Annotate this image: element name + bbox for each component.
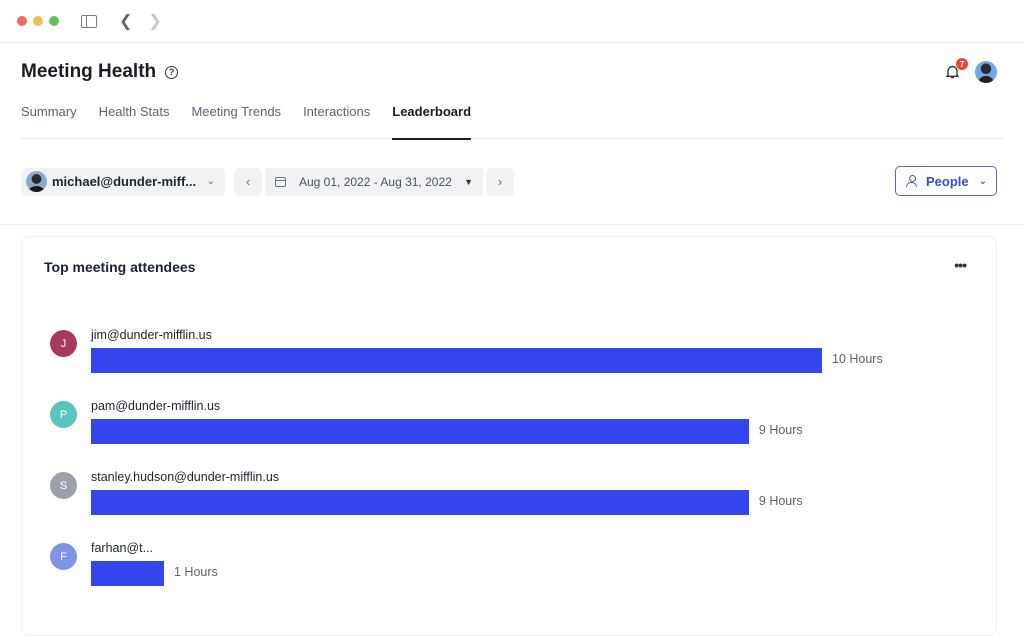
- sidebar-toggle-icon[interactable]: [81, 14, 97, 28]
- tab-health-stats[interactable]: Health Stats: [99, 101, 170, 139]
- card-title: Top meeting attendees: [44, 259, 196, 275]
- more-options-icon[interactable]: •••: [954, 257, 967, 273]
- previous-period-button[interactable]: ‹: [234, 167, 262, 196]
- attendee-email: jim@dunder-mifflin.us: [91, 328, 212, 342]
- people-label: People: [926, 173, 969, 189]
- close-window-button[interactable]: [17, 16, 27, 26]
- attendee-hours-label: 10 Hours: [832, 352, 883, 366]
- maximize-window-button[interactable]: [49, 16, 59, 26]
- person-icon: [906, 175, 917, 187]
- chevron-down-icon: ⌄: [206, 176, 215, 187]
- notifications-button[interactable]: 7: [942, 58, 968, 82]
- filter-bar: michael@dunder-miff... ⌄ ‹ Aug 01, 2022 …: [0, 139, 1024, 225]
- page-header: Meeting Health ? 7: [0, 43, 1024, 101]
- date-range-picker: ‹ Aug 01, 2022 - Aug 31, 2022 ▼ ›: [234, 167, 514, 196]
- page-title: Meeting Health: [21, 61, 157, 82]
- attendee-avatar: J: [50, 330, 77, 357]
- attendee-row: Ppam@dunder-mifflin.us 9 Hours: [50, 399, 950, 459]
- attendee-row: Jjim@dunder-mifflin.us 10 Hours: [50, 328, 950, 388]
- attendee-avatar: P: [50, 401, 77, 428]
- attendee-row: Sstanley.hudson@dunder-mifflin.us 9 Hours: [50, 470, 950, 530]
- selected-user-avatar: [26, 171, 47, 192]
- tab-bar: Summary Health Stats Meeting Trends Inte…: [21, 101, 1003, 140]
- tab-meeting-trends[interactable]: Meeting Trends: [191, 101, 281, 139]
- attendee-email: pam@dunder-mifflin.us: [91, 399, 221, 413]
- date-range-text: Aug 01, 2022 - Aug 31, 2022: [299, 174, 452, 189]
- back-arrow-icon[interactable]: ❮: [119, 11, 132, 31]
- attendee-hours-label: 1 Hours: [174, 565, 218, 579]
- notification-badge: 7: [956, 58, 968, 70]
- attendee-hours-bar[interactable]: [91, 348, 822, 373]
- minimize-window-button[interactable]: [33, 16, 43, 26]
- help-icon[interactable]: ?: [165, 65, 179, 79]
- attendee-avatar: F: [50, 543, 77, 570]
- caret-down-icon: ▼: [464, 176, 473, 187]
- top-attendees-card: Top meeting attendees ••• Jjim@dunder-mi…: [21, 236, 997, 636]
- calendar-icon: [275, 176, 286, 187]
- tab-leaderboard[interactable]: Leaderboard: [392, 101, 471, 140]
- attendee-hours-label: 9 Hours: [758, 494, 803, 508]
- date-range-dropdown[interactable]: Aug 01, 2022 - Aug 31, 2022 ▼: [265, 167, 483, 196]
- selected-user-email: michael@dunder-miff...: [52, 174, 197, 189]
- attendee-hours-bar[interactable]: [91, 419, 749, 444]
- attendee-email: stanley.hudson@dunder-mifflin.us: [91, 470, 280, 484]
- attendee-hours-bar[interactable]: [91, 490, 749, 515]
- chevron-down-icon: ⌄: [978, 175, 988, 187]
- header-actions: 7: [942, 58, 997, 83]
- attendee-email: farhan@t...: [91, 541, 154, 555]
- attendee-hours-label: 9 Hours: [758, 423, 803, 437]
- next-period-button[interactable]: ›: [486, 167, 514, 196]
- attendee-avatar: S: [50, 472, 77, 499]
- tab-interactions[interactable]: Interactions: [303, 101, 370, 139]
- user-select-dropdown[interactable]: michael@dunder-miff... ⌄: [21, 167, 225, 196]
- tab-summary[interactable]: Summary: [21, 101, 77, 139]
- people-dropdown-button[interactable]: People ⌄: [895, 166, 997, 196]
- user-avatar[interactable]: [975, 61, 997, 83]
- attendee-hours-bar[interactable]: [91, 561, 164, 586]
- attendee-row: Ffarhan@t... 1 Hours: [50, 541, 950, 601]
- forward-arrow-icon[interactable]: ❯: [148, 11, 161, 31]
- window-titlebar: ❮ ❯: [0, 0, 1024, 43]
